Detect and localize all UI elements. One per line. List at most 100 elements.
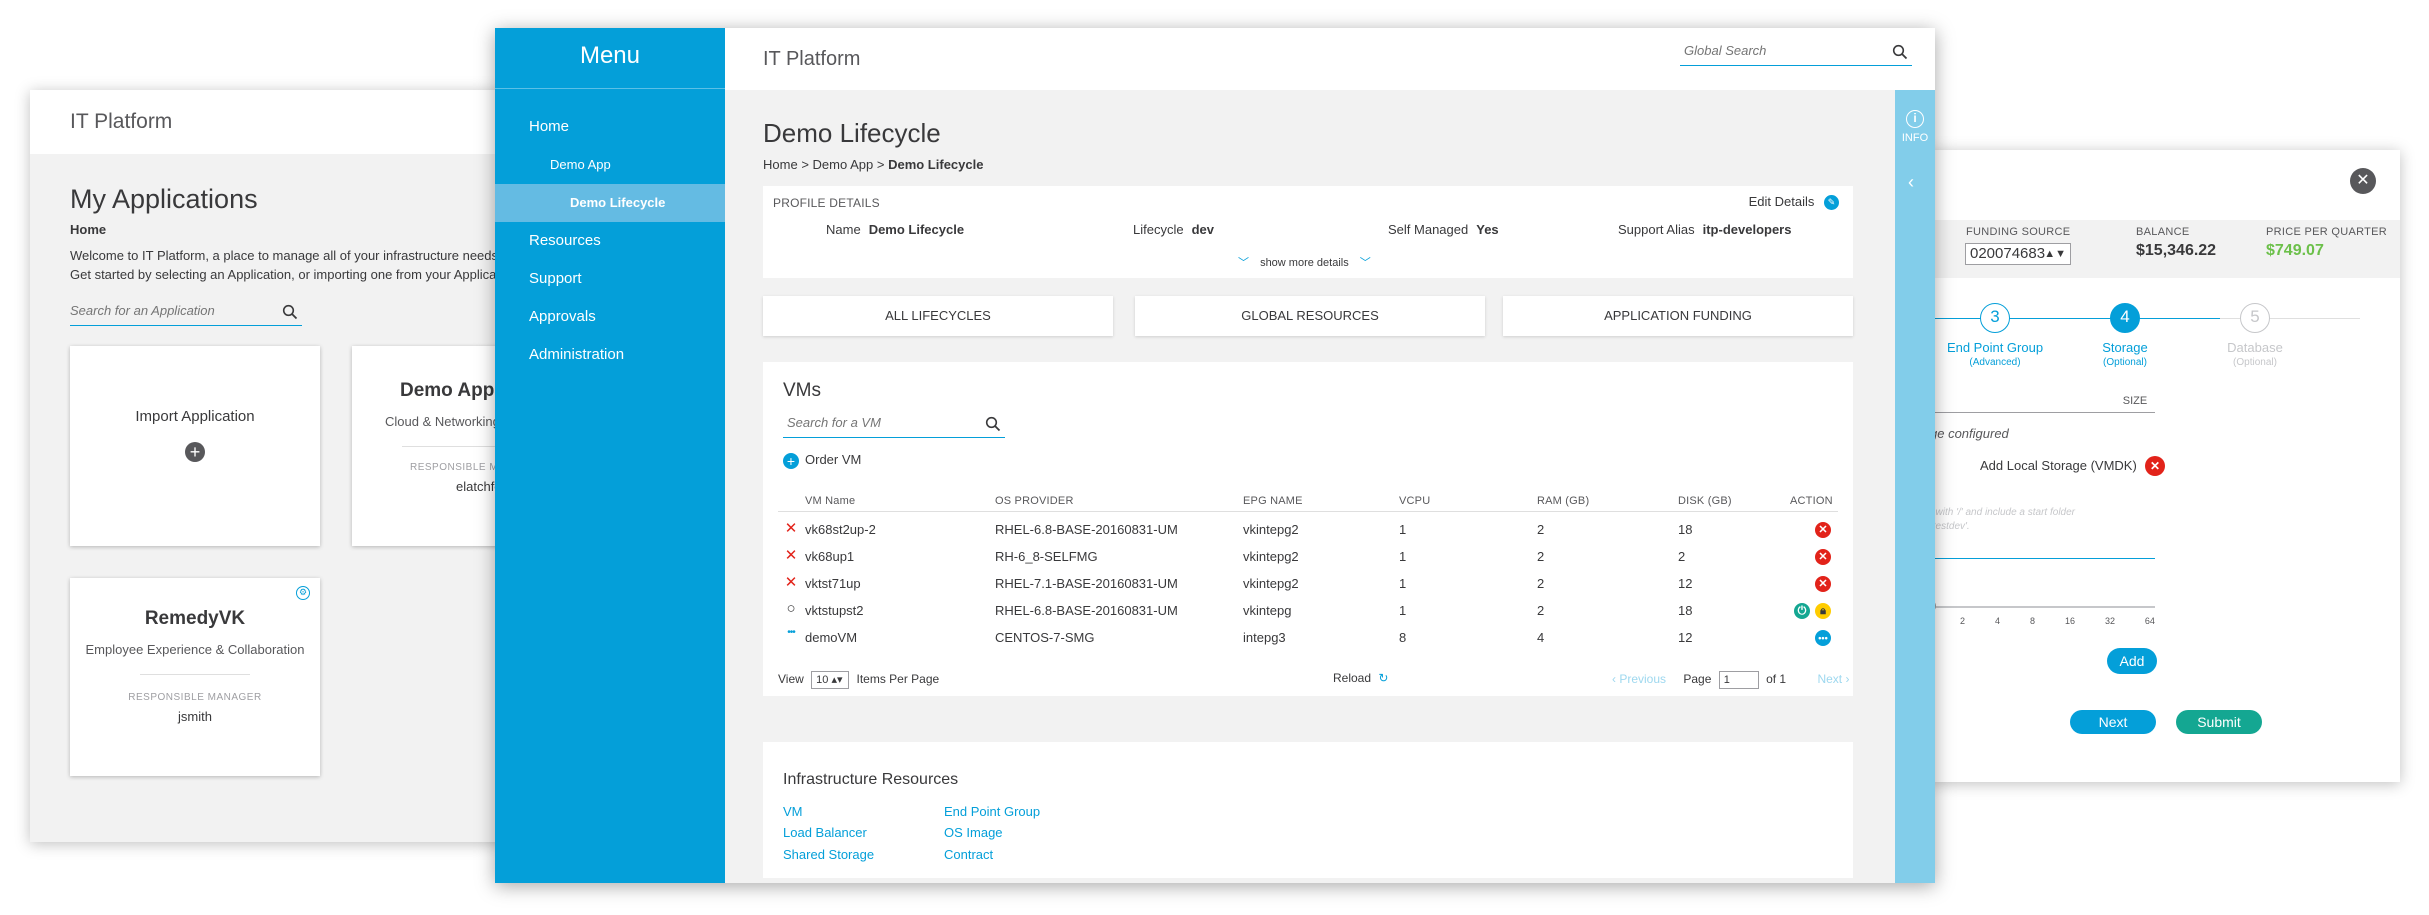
- link-end-point-group[interactable]: End Point Group: [944, 804, 1040, 819]
- app-title: IT Platform: [763, 48, 861, 70]
- table-cell-epg: vkintepg2: [1243, 576, 1299, 591]
- sidebar-item-resources[interactable]: Resources: [495, 222, 725, 260]
- tab-application-funding[interactable]: APPLICATION FUNDING: [1503, 296, 1853, 336]
- reload-button[interactable]: Reload ↻: [1333, 671, 1388, 685]
- global-search[interactable]: [1680, 42, 1912, 66]
- vm-search-input[interactable]: [783, 415, 973, 430]
- status-failed-icon: ✕: [784, 547, 798, 564]
- profile-details-panel: PROFILE DETAILS Edit Details ✎ Name Demo …: [763, 186, 1853, 278]
- sidebar-item-support[interactable]: Support: [495, 260, 725, 298]
- global-search-input[interactable]: [1680, 43, 1870, 58]
- table-cell-name[interactable]: vk68st2up-2: [805, 522, 876, 537]
- table-cell-epg: vkintepg: [1243, 603, 1292, 618]
- tab-all-lifecycles[interactable]: ALL LIFECYCLES: [763, 296, 1113, 336]
- search-icon[interactable]: [985, 416, 1001, 437]
- my-applications-title: My Applications: [70, 184, 258, 214]
- left-app-title: IT Platform: [70, 110, 173, 133]
- breadcrumb: Home > Demo App > Demo Lifecycle: [763, 157, 984, 172]
- remedyvk-card[interactable]: ⚙ RemedyVK Employee Experience & Collabo…: [70, 578, 320, 776]
- page-input[interactable]: 1: [1718, 671, 1759, 689]
- table-cell-epg: vkintepg2: [1243, 549, 1299, 564]
- sidebar-item-approvals[interactable]: Approvals: [495, 298, 725, 336]
- profile-header: PROFILE DETAILS: [773, 196, 880, 210]
- pagination: ‹ Previous Page 1 of 1 Next ›: [1612, 671, 1849, 689]
- table-cell-vcpu: 1: [1399, 549, 1407, 564]
- link-load-balancer[interactable]: Load Balancer: [783, 825, 867, 840]
- submit-button[interactable]: Submit: [2176, 710, 2262, 734]
- reload-icon[interactable]: ↻: [1378, 671, 1388, 685]
- table-cell-ram: 2: [1537, 576, 1545, 591]
- col-ram[interactable]: RAM (GB): [1537, 495, 1589, 507]
- edit-icon[interactable]: ✎: [1824, 195, 1839, 211]
- link-shared-storage[interactable]: Shared Storage: [783, 847, 874, 862]
- order-vm-button[interactable]: + Order VM: [783, 452, 861, 469]
- delete-icon[interactable]: ✕: [1815, 576, 1831, 592]
- breadcrumb-current: Demo Lifecycle: [888, 157, 984, 172]
- edit-details-button[interactable]: Edit Details ✎: [1749, 194, 1839, 211]
- next-button[interactable]: Next: [2070, 710, 2156, 734]
- table-cell-ram: 4: [1537, 630, 1545, 645]
- lock-icon[interactable]: 🔒︎: [1815, 603, 1831, 619]
- step-5-circle[interactable]: 5: [2240, 303, 2270, 333]
- step-3-label: End Point Group (Advanced): [1946, 340, 2044, 368]
- col-os-provider[interactable]: OS PROVIDER: [995, 495, 1074, 507]
- application-search[interactable]: [70, 302, 302, 326]
- table-cell-ram: 2: [1537, 549, 1545, 564]
- chevron-left-icon[interactable]: ‹: [1908, 172, 1914, 193]
- remove-storage-icon[interactable]: ✕: [2145, 456, 2165, 476]
- link-contract[interactable]: Contract: [944, 847, 993, 862]
- col-vcpu[interactable]: VCPU: [1399, 495, 1430, 507]
- link-os-image[interactable]: OS Image: [944, 825, 1003, 840]
- step-5-label: Database (Optional): [2227, 340, 2283, 368]
- table-cell-os: RHEL-6.8-BASE-20160831-UM: [995, 603, 1178, 618]
- step-4-label: Storage (Optional): [2102, 340, 2148, 368]
- size-slider-track[interactable]: [1930, 606, 2155, 608]
- table-cell-name[interactable]: vktst71up: [805, 576, 861, 591]
- col-vm-name[interactable]: VM Name: [805, 495, 855, 507]
- breadcrumb-app[interactable]: Demo App: [813, 157, 874, 172]
- col-epg-name[interactable]: EPG NAME: [1243, 495, 1303, 507]
- table-cell-vcpu: 1: [1399, 603, 1407, 618]
- left-breadcrumb[interactable]: Home: [70, 222, 106, 237]
- per-page-select[interactable]: 10 ▴▾: [811, 671, 850, 689]
- next-page-button[interactable]: Next ›: [1817, 672, 1849, 686]
- sidebar-item-demo-app[interactable]: Demo App: [495, 146, 725, 184]
- delete-icon[interactable]: ✕: [1815, 549, 1831, 565]
- sidebar-item-demo-lifecycle[interactable]: Demo Lifecycle: [495, 184, 725, 222]
- close-icon[interactable]: ✕: [2350, 168, 2376, 194]
- wizard-window: ✕ FUNDING SOURCE BALANCE $15,346.22 PRIC…: [1930, 150, 2400, 782]
- col-action: ACTION: [1790, 495, 1833, 507]
- step-3-circle[interactable]: 3: [1980, 303, 2010, 333]
- show-more-details[interactable]: ﹀ show more details ﹀: [1238, 254, 1371, 270]
- col-disk[interactable]: DISK (GB): [1678, 495, 1732, 507]
- delete-icon[interactable]: ✕: [1815, 522, 1831, 538]
- settings-icon[interactable]: ⚙: [296, 586, 310, 600]
- add-icon[interactable]: +: [185, 442, 205, 462]
- breadcrumb-home[interactable]: Home: [763, 157, 798, 172]
- previous-button[interactable]: ‹ Previous: [1612, 672, 1666, 686]
- sidebar-item-home[interactable]: Home: [495, 108, 725, 146]
- table-cell-epg: vkintepg2: [1243, 522, 1299, 537]
- table-cell-name[interactable]: demoVM: [805, 630, 857, 645]
- add-button[interactable]: Add: [2107, 648, 2157, 674]
- tab-global-resources[interactable]: GLOBAL RESOURCES: [1135, 296, 1485, 336]
- status-pending-icon: •••: [787, 627, 796, 638]
- more-icon[interactable]: •••: [1815, 630, 1831, 646]
- power-on-icon[interactable]: ⏻: [1794, 603, 1810, 619]
- sidebar-item-administration[interactable]: Administration: [495, 336, 725, 374]
- welcome-text: Welcome to IT Platform, a place to manag…: [70, 248, 518, 282]
- vm-search[interactable]: [783, 414, 1005, 438]
- info-icon[interactable]: i: [1906, 110, 1924, 128]
- link-vm[interactable]: VM: [783, 804, 803, 819]
- application-search-input[interactable]: [70, 303, 270, 318]
- profile-self-managed: Self Managed Yes: [1388, 222, 1499, 237]
- step-4-circle[interactable]: 4: [2110, 303, 2140, 333]
- table-cell-name[interactable]: vktstupst2: [805, 603, 864, 618]
- info-rail[interactable]: i INFO ‹: [1895, 90, 1935, 883]
- funding-source-select[interactable]: 020074683 ▲▼: [1965, 243, 2071, 265]
- table-cell-name[interactable]: vk68up1: [805, 549, 854, 564]
- search-icon[interactable]: [1892, 44, 1908, 65]
- search-icon[interactable]: [282, 304, 298, 325]
- import-application-card[interactable]: Import Application +: [70, 346, 320, 546]
- table-cell-os: CENTOS-7-SMG: [995, 630, 1095, 645]
